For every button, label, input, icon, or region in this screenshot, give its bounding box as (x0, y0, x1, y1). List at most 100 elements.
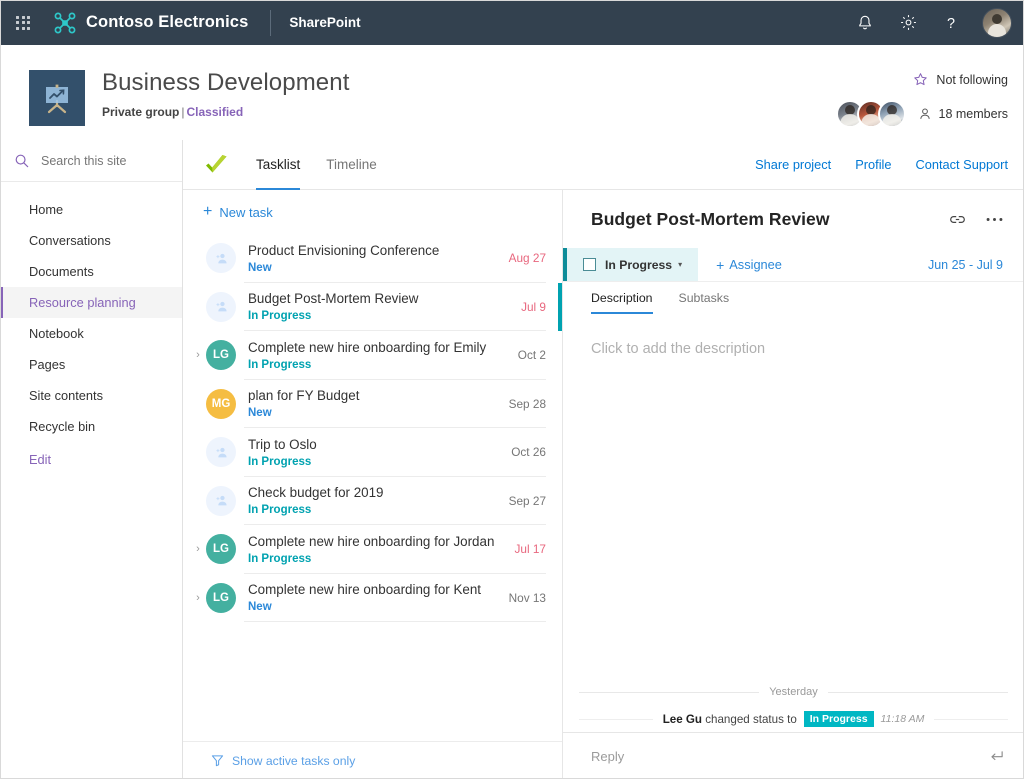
sidebar-item-recycle-bin[interactable]: Recycle bin (0, 411, 182, 442)
star-icon (913, 72, 928, 87)
avatar[interactable] (206, 437, 236, 468)
task-due-date: Oct 2 (517, 348, 546, 363)
sidebar-item-site-contents[interactable]: Site contents (0, 380, 182, 411)
member-facepile[interactable] (835, 100, 906, 128)
table-row[interactable]: › Check budget for 2019 In Progress Sep … (183, 477, 562, 525)
complete-checkbox[interactable] (583, 258, 596, 271)
show-active-tasks-filter[interactable]: Show active tasks only (211, 754, 355, 768)
avatar-initials: LG (213, 543, 229, 556)
task-due-date: Nov 13 (508, 590, 546, 605)
tab-tasklist[interactable]: Tasklist (243, 140, 313, 190)
sidebar-item-conversations[interactable]: Conversations (0, 225, 182, 256)
site-sub-separator: | (181, 105, 185, 119)
plus-icon: + (716, 256, 725, 273)
enter-icon[interactable] (989, 749, 1004, 764)
avatar[interactable]: LG (206, 534, 236, 565)
search-input[interactable] (41, 153, 161, 168)
sidebar-item-home[interactable]: Home (0, 194, 182, 225)
site-privacy: Private group (102, 105, 180, 119)
chevron-right-icon[interactable]: › (192, 543, 204, 555)
task-title: Trip to Oslo (248, 436, 317, 452)
contoso-logo-icon (53, 11, 77, 35)
app-launcher-icon[interactable] (10, 10, 36, 36)
bell-icon[interactable] (845, 3, 885, 43)
sidebar-item-pages[interactable]: Pages (0, 349, 182, 380)
task-due-date: Jul 9 (521, 299, 546, 314)
user-avatar[interactable] (982, 7, 1012, 38)
sidebar-item-documents[interactable]: Documents (0, 256, 182, 287)
link-icon[interactable] (949, 213, 966, 226)
table-row[interactable]: › LG Complete new hire onboarding for Em… (183, 331, 562, 380)
sidebar-item-resource-planning[interactable]: Resource planning (0, 287, 182, 318)
avatar[interactable]: LG (206, 340, 236, 371)
task-title: Complete new hire onboarding for Jordan (248, 533, 495, 549)
follow-button[interactable]: Not following (913, 72, 1008, 87)
new-task-button[interactable]: + New task (183, 190, 562, 234)
table-row[interactable]: › Trip to Oslo In Progress Oct 26 (183, 428, 562, 477)
profile-link[interactable]: Profile (855, 157, 891, 172)
share-project-link[interactable]: Share project (755, 157, 831, 172)
help-icon[interactable]: ? (931, 3, 971, 43)
task-main: Budget Post-Mortem Review In Progress (248, 290, 521, 323)
status-badge: New (248, 601, 272, 614)
task-due-date: Sep 27 (508, 493, 546, 508)
avatar[interactable] (206, 485, 236, 516)
site-header-actions: Not following 18 members (835, 63, 1008, 128)
table-row[interactable]: › LG Complete new hire onboarding for Jo… (183, 525, 562, 574)
table-row[interactable]: › MG plan for FY Budget New Sep 28 (183, 380, 562, 428)
activity-action: changed status to (705, 712, 797, 726)
members-count-label: 18 members (938, 107, 1008, 121)
table-row[interactable]: › Product Envisioning Conference New Aug… (183, 234, 562, 283)
new-task-label: New task (219, 204, 273, 220)
task-title: Product Envisioning Conference (248, 242, 440, 258)
date-range-label: Jun 25 - Jul 9 (927, 257, 1003, 272)
tab-timeline[interactable]: Timeline (313, 140, 390, 190)
search-box[interactable] (0, 140, 182, 182)
tasklist-pane: + New task › Product Envisioning Confere… (183, 190, 563, 779)
site-logo-icon (29, 70, 85, 126)
task-title: Complete new hire onboarding for Kent (248, 582, 481, 598)
description-editor[interactable]: Click to add the description (563, 314, 1024, 678)
site-classification[interactable]: Classified (186, 105, 243, 119)
add-assignee-button[interactable]: + Assignee (698, 248, 800, 281)
svg-text:?: ? (947, 15, 955, 31)
selected-indicator (558, 282, 562, 331)
avatar[interactable] (206, 291, 236, 322)
avatar[interactable]: LG (206, 582, 236, 613)
sidebar-edit-link[interactable]: Edit (0, 444, 182, 475)
reply-input[interactable] (591, 748, 979, 764)
site-subtitle: Private group | Classified (102, 105, 349, 119)
suite-divider (270, 9, 272, 36)
task-detail-actions (949, 213, 1003, 226)
task-title: plan for FY Budget (248, 388, 360, 404)
suite-bar-actions: ? (845, 3, 1012, 43)
app-toolbar: Tasklist Timeline Share project Profile … (183, 140, 1024, 190)
tab-subtasks[interactable]: Subtasks (679, 282, 730, 314)
status-dropdown[interactable]: In Progress ▾ (563, 248, 699, 281)
avatar[interactable] (877, 100, 906, 128)
members-count-button[interactable]: 18 members (918, 107, 1008, 121)
panes: + New task › Product Envisioning Confere… (183, 190, 1024, 779)
suite-app-name[interactable]: SharePoint (289, 15, 360, 30)
chevron-right-icon[interactable]: › (192, 349, 204, 361)
brand-link[interactable]: Contoso Electronics (53, 11, 248, 35)
activity-actor: Lee Gu (662, 712, 702, 726)
task-detail-header: Budget Post-Mortem Review (563, 190, 1024, 248)
task-main: Check budget for 2019 In Progress (248, 484, 509, 517)
avatar[interactable] (206, 243, 236, 274)
task-due-date: Oct 26 (511, 445, 546, 460)
detail-tabs: Description Subtasks (563, 282, 1024, 314)
tab-description[interactable]: Description (591, 282, 653, 314)
table-row[interactable]: › LG Complete new hire onboarding for Ke… (183, 574, 562, 622)
contact-support-link[interactable]: Contact Support (916, 157, 1008, 172)
table-row[interactable]: › Budget Post-Mortem Review In Progress … (183, 282, 562, 331)
date-range-button[interactable]: Jun 25 - Jul 9 (928, 248, 1024, 281)
avatar[interactable]: MG (206, 388, 236, 419)
more-options-icon[interactable] (986, 217, 1003, 222)
sidebar-item-notebook[interactable]: Notebook (0, 318, 182, 349)
gear-icon[interactable] (888, 3, 928, 43)
site-header: Business Development Private group | Class… (0, 45, 1024, 140)
activity-day-label: Yesterday (769, 686, 818, 698)
chevron-right-icon[interactable]: › (192, 592, 204, 604)
status-badge: New (248, 261, 272, 274)
